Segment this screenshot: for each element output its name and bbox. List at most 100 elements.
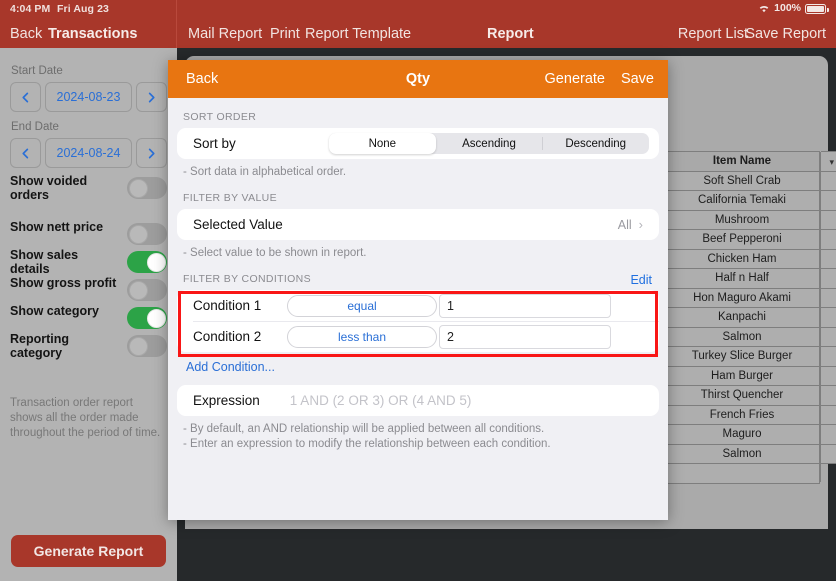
status-date: Fri Aug 23 bbox=[57, 3, 109, 15]
option-show-gross-profit[interactable]: Show gross profit bbox=[10, 276, 167, 304]
table-second-column: ▾ bbox=[820, 151, 836, 482]
start-date-value[interactable]: 2024-08-23 bbox=[45, 82, 132, 112]
table-header-item-name: Item Name bbox=[665, 151, 820, 172]
table-cell bbox=[821, 229, 836, 250]
table-row[interactable]: Beef Pepperoni bbox=[665, 229, 820, 250]
modal-save-button[interactable]: Save bbox=[621, 71, 654, 87]
report-description: Transaction order report shows all the o… bbox=[10, 397, 161, 439]
table-cell bbox=[821, 365, 836, 386]
expression-row[interactable]: Expression 1 AND (2 OR 3) OR (4 AND 5) bbox=[177, 385, 659, 416]
table-cell bbox=[821, 326, 836, 347]
table-cell bbox=[821, 190, 836, 211]
toggle-knob bbox=[128, 178, 148, 198]
condition-row-2: Condition 2 less than 2 bbox=[177, 321, 659, 352]
generate-report-button[interactable]: Generate Report bbox=[11, 535, 166, 567]
option-label: Show voided orders bbox=[10, 174, 88, 202]
table-row[interactable]: California Temaki bbox=[665, 190, 820, 211]
table-row[interactable]: Soft Shell Crab bbox=[665, 170, 820, 191]
report-template-button[interactable]: Report Template bbox=[305, 26, 411, 42]
table-cell bbox=[821, 385, 836, 406]
table-row[interactable]: Thirst Quencher bbox=[665, 385, 820, 406]
option-label: Show sales details bbox=[10, 248, 79, 276]
option-reporting-category[interactable]: Reporting category bbox=[10, 332, 167, 360]
mail-report-button[interactable]: Mail Report bbox=[188, 26, 262, 42]
table-row[interactable]: Hon Maguro Akami bbox=[665, 287, 820, 308]
condition-2-operator[interactable]: less than bbox=[287, 325, 437, 348]
add-condition-button[interactable]: Add Condition... bbox=[168, 352, 668, 374]
toggle-show-nett-price[interactable] bbox=[127, 223, 167, 245]
condition-2-label: Condition 2 bbox=[193, 329, 262, 344]
modal-generate-button[interactable]: Generate bbox=[545, 71, 605, 87]
transactions-title: Transactions bbox=[48, 26, 138, 42]
filter-by-conditions-title: FILTER BY CONDITIONS bbox=[183, 273, 311, 285]
table-cell bbox=[821, 346, 836, 367]
table-row[interactable]: Mushroom bbox=[665, 209, 820, 230]
print-button[interactable]: Print bbox=[270, 26, 300, 42]
end-date-next-button[interactable] bbox=[136, 138, 167, 168]
selected-value-row[interactable]: Selected Value All › bbox=[177, 209, 659, 240]
battery-percent: 100% bbox=[774, 2, 801, 14]
back-button[interactable]: Back bbox=[10, 26, 42, 42]
option-show-voided-orders[interactable]: Show voided orders bbox=[10, 174, 167, 202]
start-date-row: 2024-08-23 bbox=[10, 82, 167, 112]
report-settings-sidebar: Start Date 2024-08-23 End Date 2024-08-2… bbox=[0, 48, 177, 581]
table-cell bbox=[821, 287, 836, 308]
table-row[interactable]: Ham Burger bbox=[665, 365, 820, 386]
sort-option-descending[interactable]: Descending bbox=[542, 133, 649, 154]
report-item-table: Item Name Soft Shell Crab California Tem… bbox=[665, 151, 836, 484]
table-row[interactable]: Salmon bbox=[665, 443, 820, 464]
save-report-button[interactable]: Save Report bbox=[745, 26, 826, 42]
condition-row-1: Condition 1 equal 1 bbox=[177, 290, 659, 321]
toggle-reporting-category[interactable] bbox=[127, 335, 167, 357]
table-cell: ▾ bbox=[821, 151, 836, 172]
condition-1-operator[interactable]: equal bbox=[287, 294, 437, 317]
condition-1-value-input[interactable]: 1 bbox=[439, 293, 611, 318]
selected-value-label: Selected Value bbox=[193, 217, 283, 232]
option-show-category[interactable]: Show category bbox=[10, 304, 167, 332]
sort-order-card: Sort by None Ascending Descending bbox=[177, 128, 659, 159]
navigation-bar: Back Transactions Mail Report Print Repo… bbox=[0, 20, 836, 48]
edit-conditions-button[interactable]: Edit bbox=[630, 273, 652, 287]
start-date-next-button[interactable] bbox=[136, 82, 167, 112]
expression-input[interactable]: 1 AND (2 OR 3) OR (4 AND 5) bbox=[290, 393, 472, 408]
table-row[interactable]: Chicken Ham bbox=[665, 248, 820, 269]
end-date-prev-button[interactable] bbox=[10, 138, 41, 168]
table-row[interactable]: Salmon bbox=[665, 326, 820, 347]
option-label: Reporting category bbox=[10, 332, 70, 360]
table-cell bbox=[821, 209, 836, 230]
sort-caret-icon: ▾ bbox=[829, 157, 834, 167]
condition-2-value-input[interactable]: 2 bbox=[439, 324, 611, 349]
start-date-prev-button[interactable] bbox=[10, 82, 41, 112]
table-row[interactable]: Maguro bbox=[665, 424, 820, 445]
status-indicators: 100% bbox=[758, 2, 829, 14]
table-cell bbox=[821, 170, 836, 191]
report-list-button[interactable]: Report List bbox=[678, 26, 748, 42]
page-title: Report bbox=[487, 26, 534, 42]
table-row[interactable]: Half n Half bbox=[665, 268, 820, 289]
table-row[interactable]: Turkey Slice Burger bbox=[665, 346, 820, 367]
toggle-knob bbox=[128, 280, 148, 300]
sort-order-segmented-control[interactable]: None Ascending Descending bbox=[329, 133, 649, 154]
end-date-value[interactable]: 2024-08-24 bbox=[45, 138, 132, 168]
toggle-knob bbox=[128, 224, 148, 244]
toggle-show-gross-profit[interactable] bbox=[127, 279, 167, 301]
option-show-sales-details[interactable]: Show sales details bbox=[10, 248, 167, 276]
table-cell bbox=[821, 443, 836, 464]
sort-option-ascending[interactable]: Ascending bbox=[436, 133, 543, 154]
sort-order-header: SORT ORDER bbox=[183, 111, 257, 123]
toggle-show-voided-orders[interactable] bbox=[127, 177, 167, 199]
wifi-icon bbox=[758, 4, 770, 14]
table-cell bbox=[821, 424, 836, 445]
table-row[interactable]: Kanpachi bbox=[665, 307, 820, 328]
filter-by-value-card: Selected Value All › bbox=[177, 209, 659, 240]
toggle-show-sales-details[interactable] bbox=[127, 251, 167, 273]
table-cell bbox=[821, 248, 836, 269]
table-cell bbox=[821, 404, 836, 425]
table-row[interactable]: French Fries bbox=[665, 404, 820, 425]
table-row[interactable] bbox=[665, 463, 820, 484]
filter-by-conditions-header: FILTER BY CONDITIONS Edit bbox=[168, 260, 668, 290]
sort-option-none[interactable]: None bbox=[329, 133, 436, 154]
option-show-nett-price[interactable]: Show nett price bbox=[10, 220, 167, 248]
toggle-show-category[interactable] bbox=[127, 307, 167, 329]
chevron-right-icon: › bbox=[638, 217, 643, 232]
